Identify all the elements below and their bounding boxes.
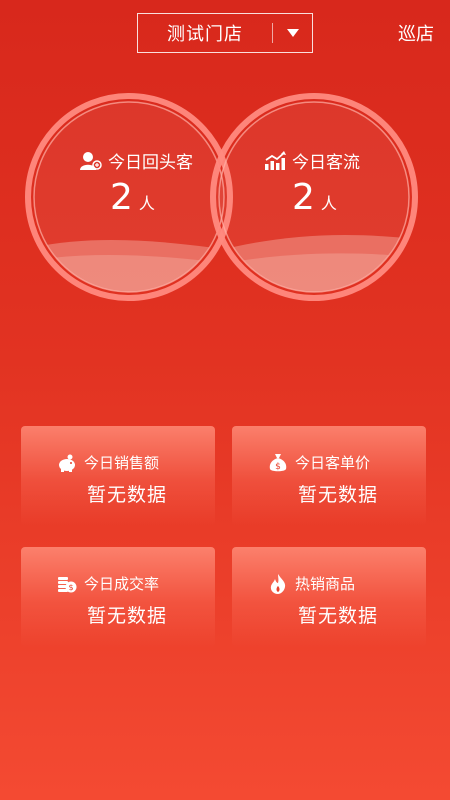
avg-order-card[interactable]: $ 今日客单价 暂无数据 [232, 426, 426, 526]
returning-customers-label: 今日回头客 [80, 148, 193, 173]
svg-text:$: $ [68, 583, 73, 592]
customer-traffic-value: 2 人 [292, 177, 337, 218]
circles-graphic [25, 93, 418, 301]
sales-card[interactable]: 今日销售额 暂无数据 [21, 426, 215, 526]
dropdown-caret-icon[interactable] [273, 28, 312, 38]
stats-circles: 今日回头客 2 人 今日客流 2 人 [22, 90, 422, 305]
bar-chart-icon [265, 150, 286, 170]
conversion-card[interactable]: $ 今日成交率 暂无数据 [21, 547, 215, 647]
conversion-value: 暂无数据 [87, 605, 168, 627]
sales-value: 暂无数据 [87, 484, 168, 506]
svg-text:$: $ [275, 462, 281, 472]
app-screen: 测试门店 巡店 今日回头客 2 人 今日客流 2 人 今日销售额 暂无数据 $ … [0, 0, 450, 800]
fire-icon [268, 573, 288, 594]
coins-icon: $ [57, 574, 77, 594]
customer-traffic-label: 今日客流 [264, 148, 360, 173]
piggy-bank-icon [57, 453, 77, 473]
returning-customers-value: 2 人 [110, 177, 155, 218]
hot-products-card[interactable]: 热销商品 暂无数据 [232, 547, 426, 647]
hot-products-value: 暂无数据 [298, 605, 379, 627]
store-name: 测试门店 [167, 24, 243, 45]
patrol-button[interactable]: 巡店 [398, 20, 434, 46]
avg-order-value: 暂无数据 [298, 484, 379, 506]
returning-customer-icon [80, 151, 102, 170]
money-bag-icon: $ [268, 453, 288, 473]
store-selector[interactable]: 测试门店 [137, 13, 313, 53]
